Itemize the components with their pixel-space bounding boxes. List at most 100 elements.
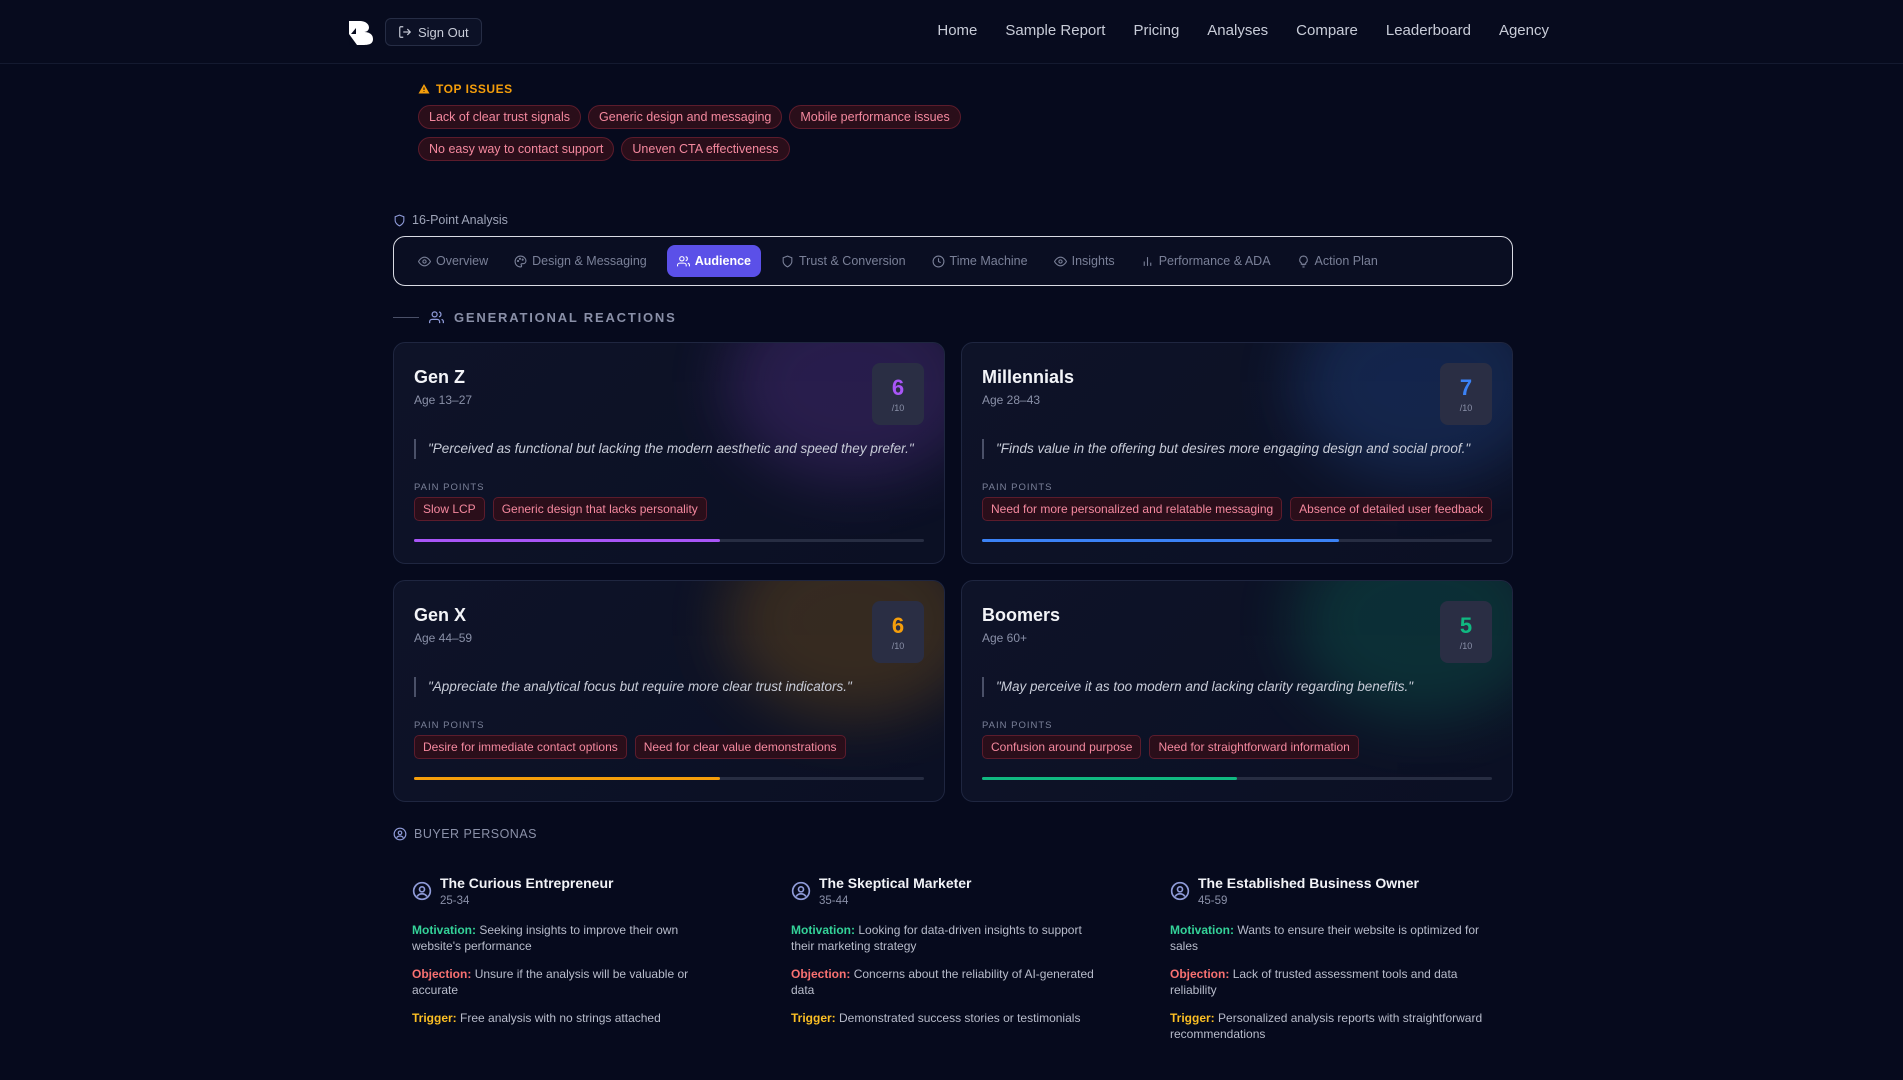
- score-value: 5: [1459, 613, 1473, 638]
- generation-name: Millennials: [982, 367, 1075, 387]
- top-issues: TOP ISSUES Lack of clear trust signals G…: [418, 82, 1018, 161]
- brand-logo-icon[interactable]: [348, 20, 375, 46]
- nav-link-leaderboard[interactable]: Leaderboard: [1386, 22, 1471, 39]
- trigger-text: Personalized analysis reports with strai…: [1170, 1011, 1483, 1041]
- sign-out-button[interactable]: Sign Out: [385, 18, 482, 46]
- trigger-text: Free analysis with no strings attached: [460, 1011, 661, 1025]
- user-circle-icon: [412, 881, 432, 901]
- objection-label: Objection:: [412, 967, 472, 981]
- pain-points-list: Need for more personalized and relatable…: [982, 497, 1493, 521]
- pain-point-tag: Need for more personalized and relatable…: [982, 497, 1283, 521]
- score-badge: 5 /10: [1440, 601, 1492, 663]
- clock-icon: [932, 255, 945, 267]
- user-circle-icon: [393, 827, 407, 841]
- generation-quote: "Finds value in the offering but desires…: [982, 439, 1492, 459]
- nav-link-agency[interactable]: Agency: [1499, 22, 1549, 39]
- score-badge: 6 /10: [872, 601, 924, 663]
- generation-card: Gen Z Age 13–27 6 /10 "Perceived as func…: [393, 342, 945, 564]
- pain-points-label: PAIN POINTS: [982, 720, 1053, 731]
- shield-icon: [394, 214, 405, 227]
- score-bar-fill: [982, 777, 1237, 780]
- generational-reactions-heading: GENERATIONAL REACTIONS: [393, 310, 677, 325]
- generation-quote: "Appreciate the analytical focus but req…: [414, 677, 924, 697]
- persona-trigger: Trigger: Free analysis with no strings a…: [412, 1010, 728, 1026]
- motivation-label: Motivation:: [412, 923, 476, 937]
- top-nav: Sign Out Home Sample Report Pricing Anal…: [0, 0, 1903, 64]
- score-denominator: /10: [891, 641, 905, 651]
- score-bar: [982, 539, 1492, 542]
- persona-name: The Skeptical Marketer: [819, 875, 972, 891]
- persona-details: Motivation: Looking for data-driven insi…: [791, 922, 1107, 1038]
- analysis-label: 16-Point Analysis: [393, 213, 508, 227]
- trigger-label: Trigger:: [791, 1011, 836, 1025]
- tab-performance-ada[interactable]: Performance & ADA: [1135, 245, 1277, 277]
- palette-icon: [514, 255, 527, 267]
- pain-point-tag: Generic design that lacks personality: [492, 497, 707, 521]
- pain-point-tag: Slow LCP: [414, 497, 485, 521]
- persona-objection: Objection: Lack of trusted assessment to…: [1170, 966, 1486, 998]
- nav-link-compare[interactable]: Compare: [1296, 22, 1358, 39]
- shield-icon: [782, 255, 793, 268]
- heading-divider: [393, 317, 419, 318]
- generation-quote: "Perceived as functional but lacking the…: [414, 439, 924, 459]
- tab-insights[interactable]: Insights: [1048, 245, 1121, 277]
- nav-link-pricing[interactable]: Pricing: [1133, 22, 1179, 39]
- nav-link-home[interactable]: Home: [937, 22, 977, 39]
- nav-link-sample-report[interactable]: Sample Report: [1005, 22, 1105, 39]
- generation-card: Boomers Age 60+ 5 /10 "May perceive it a…: [961, 580, 1513, 802]
- lightbulb-icon: [1298, 255, 1308, 267]
- tab-trust-conversion[interactable]: Trust & Conversion: [775, 245, 912, 277]
- log-out-icon: [399, 26, 412, 38]
- analysis-tabbar: Overview Design & Messaging Audience Tru…: [393, 236, 1513, 286]
- motivation-label: Motivation:: [1170, 923, 1234, 937]
- tab-overview[interactable]: Overview: [412, 245, 494, 277]
- pain-points-list: Slow LCP Generic design that lacks person…: [414, 497, 707, 521]
- issue-tag: Mobile performance issues: [789, 105, 961, 129]
- score-badge: 6 /10: [872, 363, 924, 425]
- generation-name: Gen Z: [414, 367, 466, 387]
- score-bar-fill: [414, 539, 720, 542]
- tab-design-messaging[interactable]: Design & Messaging: [508, 245, 653, 277]
- persona-details: Motivation: Seeking insights to improve …: [412, 922, 728, 1038]
- tab-time-machine[interactable]: Time Machine: [926, 245, 1034, 277]
- warning-icon: [418, 84, 430, 94]
- generation-name: Boomers: [982, 605, 1061, 625]
- top-issues-heading: TOP ISSUES: [418, 82, 1018, 96]
- persona-name: The Curious Entrepreneur: [440, 875, 614, 891]
- trigger-text: Demonstrated success stories or testimon…: [839, 1011, 1081, 1025]
- persona-trigger: Trigger: Demonstrated success stories or…: [791, 1010, 1107, 1026]
- tab-action-plan[interactable]: Action Plan: [1291, 245, 1384, 277]
- pain-point-tag: Absence of detailed user feedback: [1290, 497, 1493, 521]
- score-bar-fill: [414, 777, 720, 780]
- trigger-label: Trigger:: [1170, 1011, 1215, 1025]
- pain-point-tag: Need for straightforward information: [1149, 735, 1359, 759]
- nav-link-analyses[interactable]: Analyses: [1207, 22, 1268, 39]
- users-icon: [676, 255, 690, 266]
- score-bar: [414, 777, 924, 780]
- tab-audience[interactable]: Audience: [666, 245, 762, 277]
- user-circle-icon: [791, 881, 811, 901]
- generation-age: Age 60+: [982, 631, 1028, 645]
- pain-point-tag: Need for clear value demonstrations: [634, 735, 846, 759]
- generation-age: Age 44–59: [414, 631, 473, 645]
- generation-age: Age 13–27: [414, 393, 473, 407]
- score-denominator: /10: [891, 403, 905, 413]
- score-denominator: /10: [1459, 403, 1473, 413]
- user-circle-icon: [1170, 881, 1190, 901]
- persona-age: 25-34: [440, 895, 470, 907]
- top-issues-list: Lack of clear trust signals Generic desi…: [418, 105, 978, 161]
- score-denominator: /10: [1459, 641, 1473, 651]
- eye-icon: [418, 256, 431, 266]
- score-badge: 7 /10: [1440, 363, 1492, 425]
- score-value: 6: [891, 375, 905, 400]
- persona-motivation: Motivation: Seeking insights to improve …: [412, 922, 728, 954]
- persona-objection: Objection: Unsure if the analysis will b…: [412, 966, 728, 998]
- pain-points-label: PAIN POINTS: [982, 482, 1053, 493]
- pain-point-tag: Desire for immediate contact options: [414, 735, 627, 759]
- pain-points-label: PAIN POINTS: [414, 482, 485, 493]
- persona-motivation: Motivation: Looking for data-driven insi…: [791, 922, 1107, 954]
- pain-points-list: Desire for immediate contact options Need…: [414, 735, 846, 759]
- persona-age: 45-59: [1198, 895, 1228, 907]
- generation-name: Gen X: [414, 605, 467, 625]
- main-nav: Home Sample Report Pricing Analyses Comp…: [937, 22, 1549, 39]
